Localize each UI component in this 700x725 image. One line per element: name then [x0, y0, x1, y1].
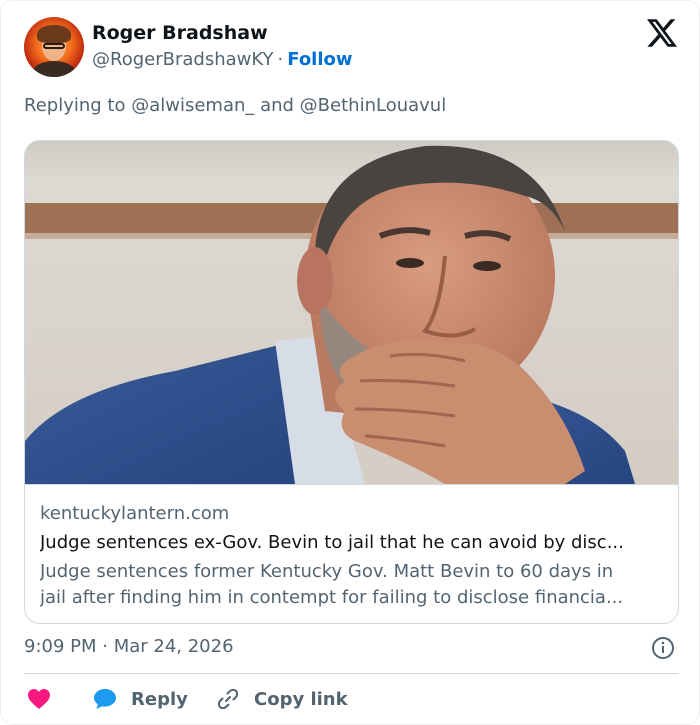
copy-link-label: Copy link: [254, 688, 348, 710]
x-logo-icon[interactable]: [647, 19, 677, 47]
article-photo: [25, 141, 678, 484]
reply-button[interactable]: Reply: [93, 686, 188, 712]
heart-icon: [28, 689, 50, 709]
info-icon[interactable]: [651, 636, 675, 660]
avatar[interactable]: [24, 17, 84, 77]
link-icon: [217, 688, 239, 710]
author-display-name[interactable]: Roger Bradshaw: [92, 22, 268, 44]
link-preview-card[interactable]: kentuckylantern.com Judge sentences ex-G…: [24, 140, 679, 624]
speech-bubble-icon: [94, 689, 116, 709]
avatar-shirt: [32, 61, 76, 77]
author-handle[interactable]: @RogerBradshawKY: [92, 49, 274, 70]
article-image: [25, 141, 678, 484]
link-title: Judge sentences ex-Gov. Bevin to jail th…: [40, 532, 624, 553]
replying-to-text: Replying to @alwiseman_ and @BethinLouav…: [24, 95, 447, 116]
follow-button[interactable]: Follow: [287, 49, 352, 70]
avatar-hair: [37, 25, 71, 43]
link-domain: kentuckylantern.com: [40, 503, 230, 524]
reply-label: Reply: [131, 688, 188, 710]
tweet-timestamp[interactable]: 9:09 PM · Mar 24, 2026: [24, 636, 234, 657]
author-handle-line: @RogerBradshawKY · Follow: [92, 49, 353, 70]
like-button[interactable]: [27, 686, 51, 712]
divider: [24, 673, 679, 674]
copy-link-button[interactable]: Copy link: [216, 686, 348, 712]
link-preview-body: kentuckylantern.com Judge sentences ex-G…: [25, 484, 678, 623]
link-description-line-2: jail after finding him in contempt for f…: [40, 587, 624, 608]
handle-separator: ·: [277, 49, 284, 70]
link-description-line-1: Judge sentences former Kentucky Gov. Mat…: [40, 561, 614, 582]
avatar-glasses: [43, 43, 65, 49]
link-description: Judge sentences former Kentucky Gov. Mat…: [40, 559, 665, 611]
tweet-embed: Roger Bradshaw @RogerBradshawKY · Follow R…: [0, 0, 700, 725]
